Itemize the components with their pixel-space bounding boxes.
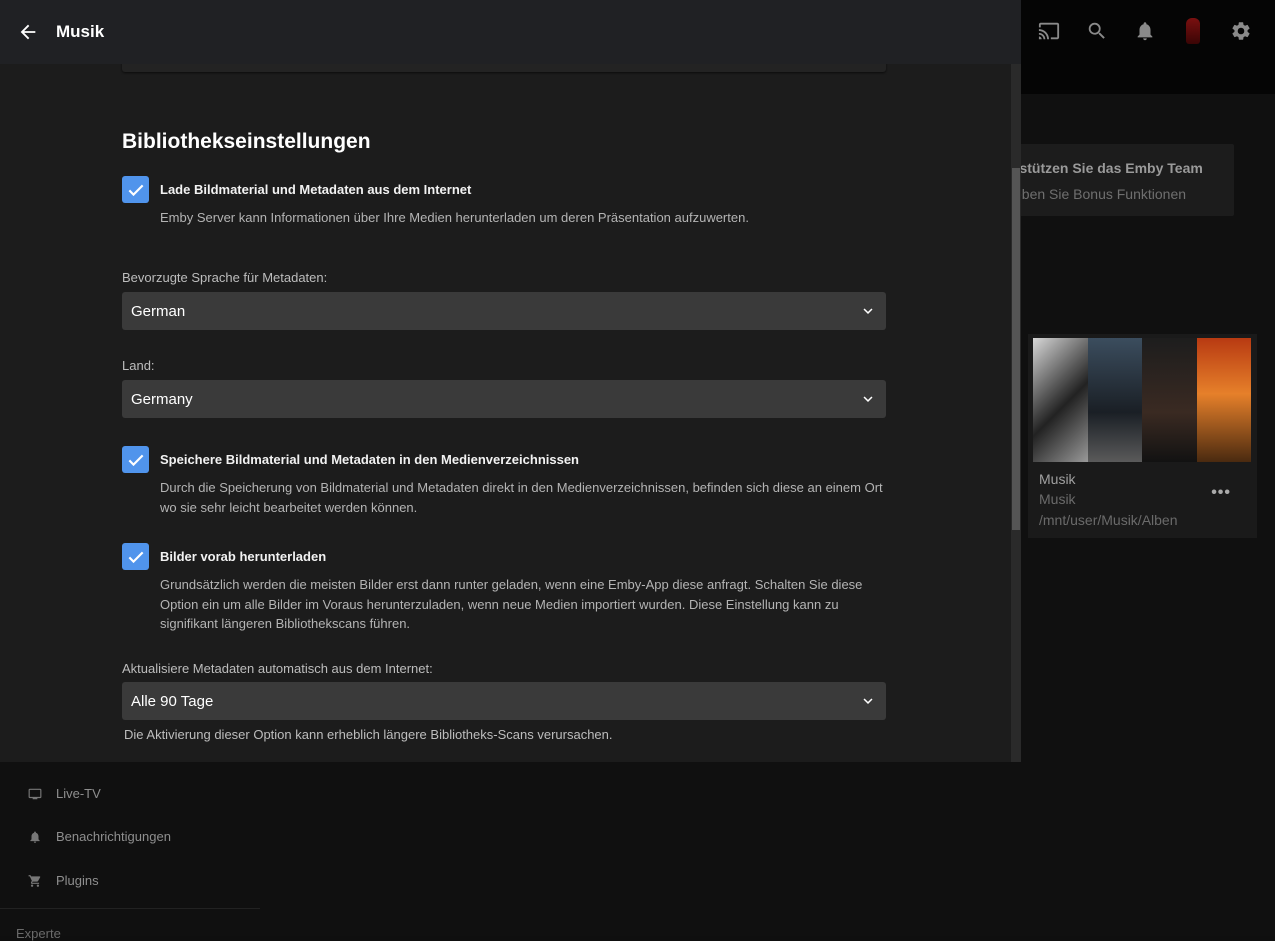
library-name: Musik: [1039, 471, 1076, 487]
bell-icon: [30, 830, 40, 843]
language-value: German: [131, 302, 186, 320]
option-label: Lade Bildmaterial und Metadaten aus dem …: [160, 182, 472, 197]
support-title: rstützen Sie das Emby Team: [1014, 160, 1203, 176]
library-path: /mnt/user/Musik/Alben: [1039, 512, 1178, 528]
sidebar-item-notifications[interactable]: Benachrichtigungen: [28, 829, 171, 844]
option-label: Speichere Bildmaterial und Metadaten in …: [160, 452, 580, 467]
language-label: Bevorzugte Sprache für Metadaten:: [122, 270, 328, 285]
country-value: Germany: [131, 390, 193, 408]
library-thumbnail: [1033, 338, 1251, 462]
checkmark-icon: [128, 454, 143, 466]
gear-icon[interactable]: [1217, 16, 1265, 46]
dialog-scrollbar[interactable]: [1011, 64, 1021, 762]
prefetch-images-checkbox[interactable]: [122, 543, 149, 570]
chevron-down-icon: [863, 396, 873, 402]
save-local-checkbox[interactable]: [122, 446, 149, 473]
section-title: Bibliothekseinstellungen: [122, 130, 371, 153]
refresh-label: Aktualisiere Metadaten automatisch aus d…: [122, 661, 433, 676]
arrow-left-icon: [20, 24, 36, 40]
checkmark-icon: [128, 551, 143, 563]
refresh-help-text: Die Aktivierung dieser Option kann erheb…: [124, 727, 613, 742]
option-description: Durch die Speicherung von Bildmaterial u…: [160, 480, 883, 515]
nav-divider: [0, 908, 260, 909]
option-description: Emby Server kann Informationen über Ihre…: [160, 210, 749, 225]
sidebar-item-plugins[interactable]: Plugins: [28, 873, 99, 888]
sidebar-nav: Live-TV Benachrichtigungen Plugins Exper…: [0, 762, 260, 941]
chevron-down-icon: [863, 698, 873, 704]
refresh-value: Alle 90 Tage: [131, 692, 214, 710]
tv-icon: [28, 788, 42, 799]
option-save-local: Speichere Bildmaterial und Metadaten in …: [122, 446, 890, 517]
cart-icon: [28, 874, 41, 887]
user-avatar[interactable]: [1169, 16, 1217, 46]
sidebar-item-live-tv[interactable]: Live-TV: [28, 786, 101, 801]
more-options-icon[interactable]: •••: [1211, 484, 1231, 502]
sidebar-item-label: Benachrichtigungen: [56, 829, 171, 844]
back-button[interactable]: [0, 0, 56, 64]
sidebar-item-label: Live-TV: [56, 786, 101, 801]
library-card-musik[interactable]: Musik Musik /mnt/user/Musik/Alben •••: [1028, 334, 1257, 538]
chevron-down-icon: [863, 308, 873, 314]
option-label: Bilder vorab herunterladen: [160, 549, 327, 564]
bell-icon[interactable]: [1121, 16, 1169, 46]
support-emby-card[interactable]: rstützen Sie das Emby Team eben Sie Bonu…: [1006, 144, 1234, 216]
search-icon[interactable]: [1073, 16, 1121, 46]
country-label: Land:: [122, 358, 155, 373]
dialog-title: Musik: [56, 22, 105, 41]
support-subtitle: eben Sie Bonus Funktionen: [1014, 186, 1187, 202]
sidebar-item-label: Plugins: [56, 873, 99, 888]
nav-section-expert: Experte: [16, 926, 61, 941]
library-type: Musik: [1039, 491, 1076, 507]
option-description: Grundsätzlich werden die meisten Bilder …: [160, 577, 863, 631]
library-settings-dialog: Musik Bibliothekseinstellungen Lade Bild…: [0, 0, 1021, 762]
dialog-header: Musik: [0, 0, 1021, 64]
checkmark-icon: [128, 184, 143, 196]
option-download-metadata: Lade Bildmaterial und Metadaten aus dem …: [122, 176, 890, 228]
download-metadata-checkbox[interactable]: [122, 176, 149, 203]
refresh-interval-select[interactable]: Alle 90 Tage: [122, 682, 886, 720]
option-prefetch-images: Bilder vorab herunterladen Grundsätzlich…: [122, 543, 890, 634]
language-select[interactable]: German: [122, 292, 886, 330]
country-select[interactable]: Germany: [122, 380, 886, 418]
cast-icon[interactable]: [1025, 16, 1073, 46]
scrollbar-thumb[interactable]: [1012, 168, 1020, 530]
